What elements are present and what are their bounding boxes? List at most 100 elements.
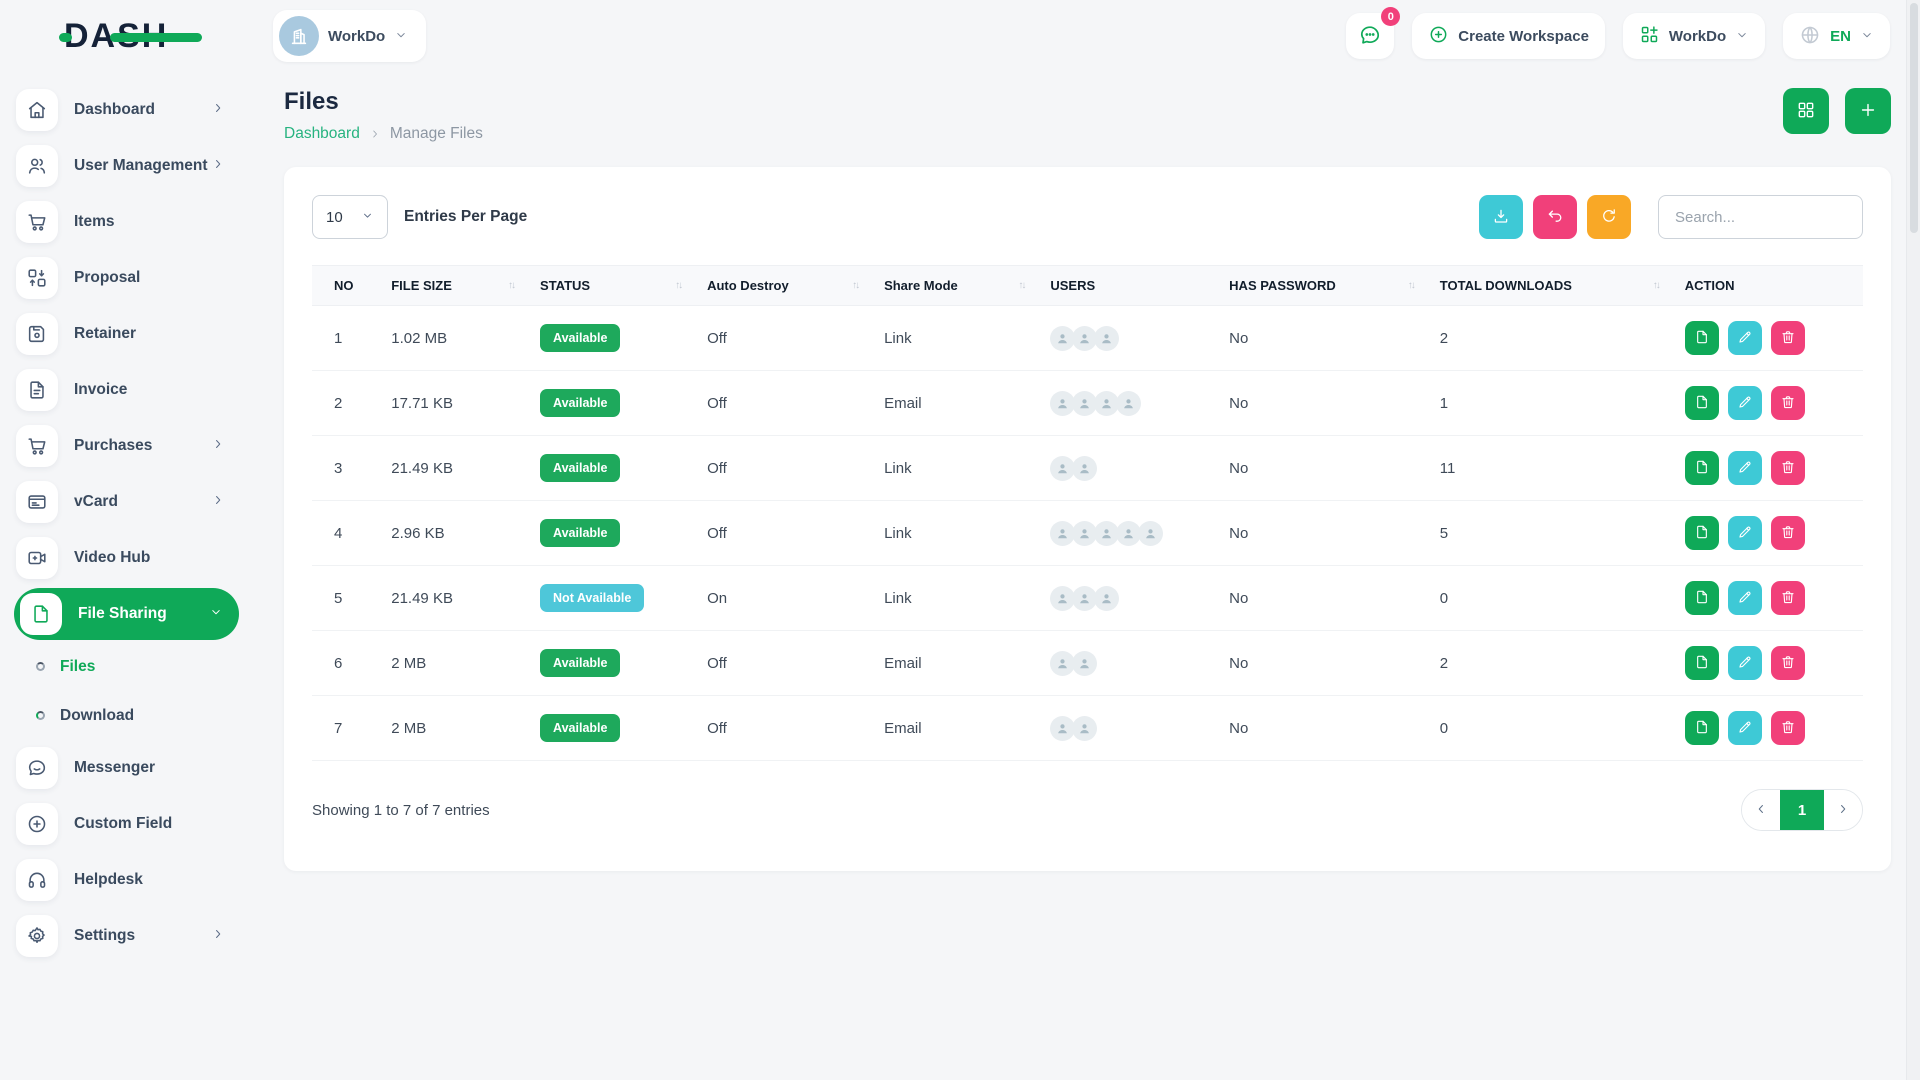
sort-icon: ↑↓: [675, 280, 681, 291]
view-file-button[interactable]: [1685, 386, 1719, 420]
trash-icon: [1780, 329, 1796, 348]
user-avatar: [1138, 521, 1163, 546]
chevron-right-icon: [211, 157, 225, 176]
row-actions: [1685, 646, 1853, 680]
sidebar-subitem-download[interactable]: Download: [0, 691, 255, 740]
sidebar-item-retainer[interactable]: Retainer: [0, 306, 255, 362]
sidebar-item-settings[interactable]: Settings: [0, 908, 255, 964]
logo-zone: DASH: [0, 17, 255, 56]
pencil-icon: [1737, 654, 1753, 673]
delete-button[interactable]: [1771, 386, 1805, 420]
view-file-button[interactable]: [1685, 711, 1719, 745]
chat-icon: [1358, 23, 1382, 50]
topbar: DASH WorkDo 0 Create Workspace WorkDo EN: [0, 0, 1920, 72]
trash-icon: [1780, 394, 1796, 413]
delete-button[interactable]: [1771, 321, 1805, 355]
export-button[interactable]: [1479, 195, 1523, 239]
pencil-icon: [1737, 719, 1753, 738]
view-file-button[interactable]: [1685, 516, 1719, 550]
sidebar-item-helpdesk[interactable]: Helpdesk: [0, 852, 255, 908]
brand-logo[interactable]: DASH: [64, 17, 168, 56]
reset-button[interactable]: [1533, 195, 1577, 239]
sidebar-item-file-sharing[interactable]: File Sharing: [14, 588, 239, 640]
entries-per-page-label: Entries Per Page: [404, 208, 527, 226]
column-header-no: NO: [312, 266, 381, 306]
sidebar-item-messenger[interactable]: Messenger: [0, 740, 255, 796]
file-icon: [1694, 459, 1710, 478]
edit-button[interactable]: [1728, 451, 1762, 485]
cell-has-password: No: [1219, 306, 1430, 371]
status-badge: Available: [540, 389, 620, 417]
edit-button[interactable]: [1728, 321, 1762, 355]
breadcrumb-link-dashboard[interactable]: Dashboard: [284, 125, 360, 143]
plus-icon: [1858, 100, 1878, 123]
app-switcher-button[interactable]: WorkDo: [1623, 13, 1765, 59]
gear-icon: [16, 915, 58, 957]
home-icon: [16, 89, 58, 131]
create-workspace-button[interactable]: Create Workspace: [1412, 13, 1605, 59]
cell-share-mode: Email: [874, 696, 1040, 761]
add-file-button[interactable]: [1845, 88, 1891, 134]
entries-per-page-select[interactable]: 10: [312, 195, 388, 239]
view-file-button[interactable]: [1685, 321, 1719, 355]
pencil-icon: [1737, 589, 1753, 608]
view-file-button[interactable]: [1685, 646, 1719, 680]
sidebar-item-items[interactable]: Items: [0, 194, 255, 250]
delete-button[interactable]: [1771, 711, 1805, 745]
plus-circle-icon: [1428, 24, 1449, 48]
chevron-right-icon: [211, 101, 225, 120]
sidebar-item-label: Items: [74, 213, 255, 231]
messages-button[interactable]: 0: [1346, 13, 1394, 59]
edit-button[interactable]: [1728, 516, 1762, 550]
edit-button[interactable]: [1728, 711, 1762, 745]
sidebar-subitem-files[interactable]: Files: [0, 642, 255, 691]
delete-button[interactable]: [1771, 581, 1805, 615]
cell-has-password: No: [1219, 371, 1430, 436]
sidebar-item-invoice[interactable]: Invoice: [0, 362, 255, 418]
edit-button[interactable]: [1728, 646, 1762, 680]
column-header-share-mode[interactable]: Share Mode↑↓: [874, 266, 1040, 306]
sidebar-item-user-management[interactable]: User Management: [0, 138, 255, 194]
delete-button[interactable]: [1771, 646, 1805, 680]
scrollbar-thumb[interactable]: [1910, 3, 1918, 233]
page-1-button[interactable]: 1: [1780, 790, 1824, 830]
grid-view-button[interactable]: [1783, 88, 1829, 134]
cell-share-mode: Email: [874, 631, 1040, 696]
next-page-button[interactable]: [1824, 790, 1862, 830]
column-header-auto-destroy[interactable]: Auto Destroy↑↓: [697, 266, 874, 306]
column-header-file-size[interactable]: FILE SIZE↑↓: [381, 266, 530, 306]
chevron-down-icon: [361, 209, 374, 226]
sidebar-item-purchases[interactable]: Purchases: [0, 418, 255, 474]
refresh-button[interactable]: [1587, 195, 1631, 239]
column-header-total-downloads[interactable]: TOTAL DOWNLOADS↑↓: [1430, 266, 1675, 306]
edit-button[interactable]: [1728, 386, 1762, 420]
sidebar-item-dashboard[interactable]: Dashboard: [0, 82, 255, 138]
page-title: Files: [284, 88, 483, 116]
vcard-icon: [16, 481, 58, 523]
row-actions: [1685, 451, 1853, 485]
scrollbar[interactable]: [1906, 0, 1920, 1080]
search-input[interactable]: [1658, 195, 1863, 239]
cell-share-mode: Email: [874, 371, 1040, 436]
user-avatar: [1094, 586, 1119, 611]
column-header-status[interactable]: STATUS↑↓: [530, 266, 697, 306]
sidebar-item-proposal[interactable]: Proposal: [0, 250, 255, 306]
chevron-down-icon: [209, 605, 223, 624]
download-icon: [1492, 207, 1510, 228]
sidebar-item-video-hub[interactable]: Video Hub: [0, 530, 255, 586]
view-file-button[interactable]: [1685, 581, 1719, 615]
column-header-has-password[interactable]: HAS PASSWORD↑↓: [1219, 266, 1430, 306]
view-file-button[interactable]: [1685, 451, 1719, 485]
sidebar-item-vcard[interactable]: vCard: [0, 474, 255, 530]
cell-auto-destroy: Off: [697, 501, 874, 566]
edit-button[interactable]: [1728, 581, 1762, 615]
delete-button[interactable]: [1771, 451, 1805, 485]
sidebar-item-custom-field[interactable]: Custom Field: [0, 796, 255, 852]
previous-page-button[interactable]: [1742, 790, 1780, 830]
workspace-selector[interactable]: WorkDo: [273, 10, 426, 62]
language-code: EN: [1830, 28, 1851, 45]
delete-button[interactable]: [1771, 516, 1805, 550]
status-badge: Available: [540, 714, 620, 742]
language-selector[interactable]: EN: [1783, 13, 1890, 59]
user-avatar: [1116, 391, 1141, 416]
